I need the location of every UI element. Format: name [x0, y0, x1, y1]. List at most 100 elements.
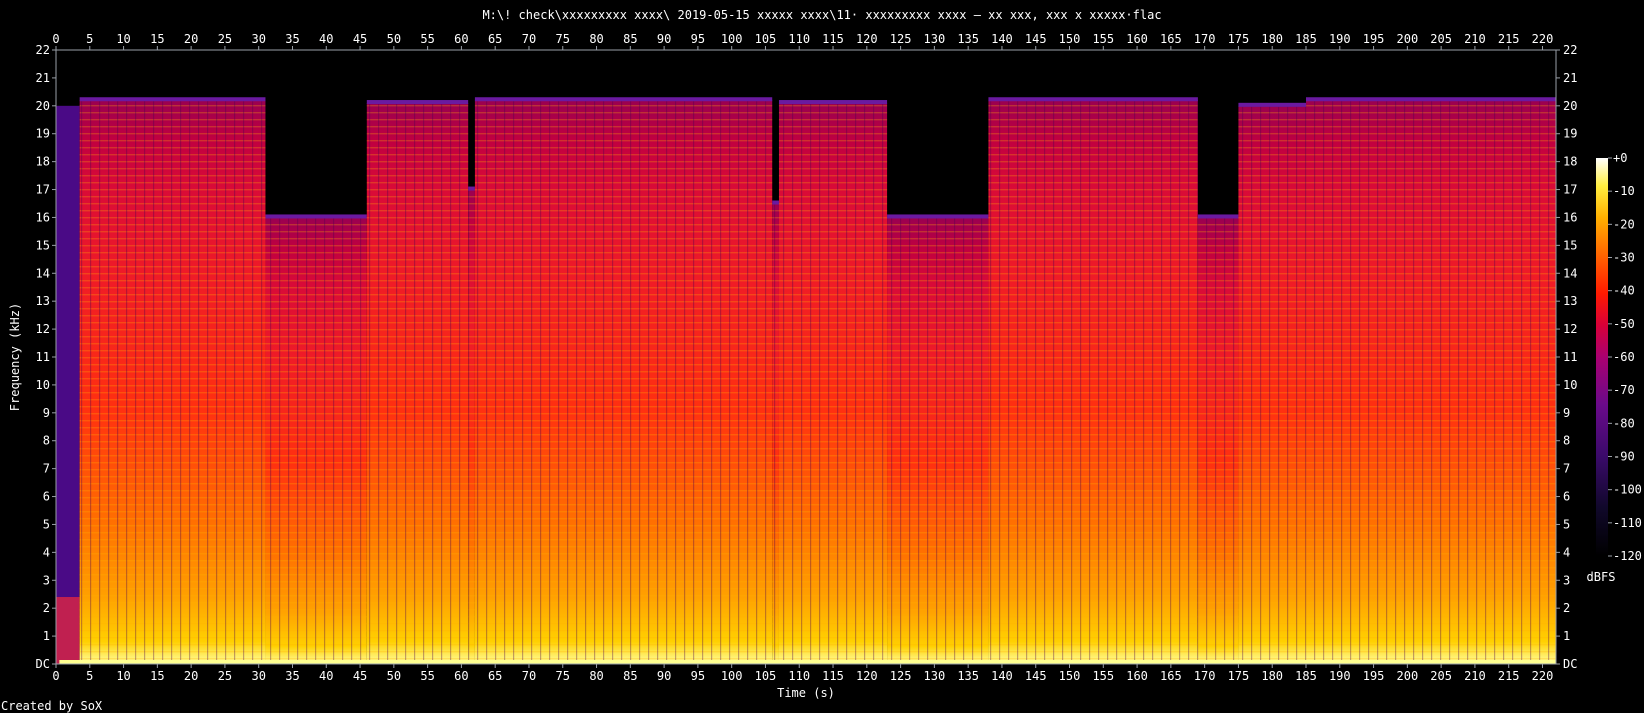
- x-tick-label: 20: [184, 669, 198, 683]
- y-tick-label: 6: [43, 490, 50, 504]
- x-tick-label: 70: [522, 669, 536, 683]
- x-tick-label: 50: [387, 32, 401, 46]
- y-tick-label: DC: [36, 657, 50, 671]
- x-tick-label: 25: [218, 669, 232, 683]
- y-tick-label: 22: [1563, 43, 1577, 57]
- y-tick-label: 14: [36, 266, 50, 280]
- colorbar-ticks: +0 -10 -20 -30 -40 -50 -60 -70 -80 -90 -100 -110 -12…: [1608, 151, 1642, 563]
- y-tick-label: 12: [1563, 322, 1577, 336]
- y-tick-label: 9: [43, 406, 50, 420]
- x-tick-label: 170: [1194, 32, 1216, 46]
- colorbar-tick-label: -40: [1613, 284, 1635, 298]
- y-tick-label: 20: [1563, 99, 1577, 113]
- x-tick-label: 215: [1498, 32, 1520, 46]
- y-tick-label: 2: [43, 601, 50, 615]
- x-tick-label: 100: [721, 669, 743, 683]
- y-tick-label: 10: [36, 378, 50, 392]
- spectrogram-transients: [366, 103, 469, 664]
- y-tick-label: 4: [43, 545, 50, 559]
- x-tick-label: 165: [1160, 669, 1182, 683]
- y-tick-label: 18: [1563, 155, 1577, 169]
- colorbar-tick-label: -90: [1613, 450, 1635, 464]
- x-tick-label: 10: [116, 669, 130, 683]
- x-tick-label: 0: [52, 669, 59, 683]
- spectrogram-cutoff-edge: [1306, 97, 1556, 102]
- x-tick-label: 190: [1329, 669, 1351, 683]
- x-tick-label: 45: [353, 32, 367, 46]
- x-tick-label: 155: [1092, 669, 1114, 683]
- y-tick-label: 10: [1563, 378, 1577, 392]
- colorbar-tick-label: -110: [1613, 516, 1642, 530]
- x-tick-label: 45: [353, 669, 367, 683]
- x-tick-label: 40: [319, 32, 333, 46]
- x-tick-label: 195: [1363, 669, 1385, 683]
- spectrogram-cutoff-edge: [468, 186, 475, 191]
- y-tick-label: 16: [1563, 210, 1577, 224]
- y-tick-label: 13: [1563, 294, 1577, 308]
- y-tick-label: 18: [36, 155, 50, 169]
- y-tick-label: 8: [1563, 434, 1570, 448]
- x-tick-label: 210: [1464, 669, 1486, 683]
- y-tick-label: 19: [36, 127, 50, 141]
- y-tick-label: 1: [43, 629, 50, 643]
- x-tick-label: 95: [691, 669, 705, 683]
- x-tick-label: 180: [1261, 669, 1283, 683]
- y-tick-label: 15: [36, 238, 50, 252]
- x-tick-label: 105: [755, 669, 777, 683]
- spectrogram-cutoff-edge: [265, 214, 367, 219]
- spectrogram-cutoff-edge: [772, 200, 779, 205]
- x-tick-label: 80: [589, 669, 603, 683]
- x-tick-label: 160: [1126, 669, 1148, 683]
- x-tick-label: 175: [1228, 669, 1250, 683]
- x-tick-label: 90: [657, 669, 671, 683]
- spectrogram-transients: [265, 217, 367, 665]
- y-tick-label: 17: [1563, 183, 1577, 197]
- x-axis-top: 0 5 10 15 20 25 30 35 40 45 50 55 60 65 70 75 80 85 90 95 10…: [52, 32, 1553, 50]
- spectrogram-segment: [56, 105, 80, 665]
- x-tick-label: 70: [522, 32, 536, 46]
- y-axis-left: DC12345678910111213141516171819202122: [36, 43, 56, 671]
- colorbar-tick-label: -60: [1613, 350, 1635, 364]
- y-tick-label: 7: [43, 462, 50, 476]
- spectrogram-transients: [1306, 100, 1556, 664]
- x-tick-label: 30: [251, 32, 265, 46]
- x-tick-label: 145: [1025, 669, 1047, 683]
- x-tick-label: 215: [1498, 669, 1520, 683]
- x-axis-label: Time (s): [777, 686, 835, 700]
- x-tick-label: 165: [1160, 32, 1182, 46]
- x-tick-label: 185: [1295, 669, 1317, 683]
- spectrogram-chart: M:\! check\xxxxxxxxx xxxx\ 2019-05-15 xx…: [1, 8, 1642, 713]
- x-tick-label: 95: [691, 32, 705, 46]
- colorbar-tick-label: -100: [1613, 483, 1642, 497]
- y-tick-label: 16: [36, 210, 50, 224]
- x-tick-label: 85: [623, 669, 637, 683]
- spectrogram-transients: [1238, 105, 1306, 665]
- x-tick-label: 60: [454, 32, 468, 46]
- x-tick-label: 115: [822, 669, 844, 683]
- x-tick-label: 220: [1532, 669, 1554, 683]
- colorbar-tick-label: -70: [1613, 383, 1635, 397]
- y-tick-label: 3: [1563, 573, 1570, 587]
- y-tick-label: 5: [43, 517, 50, 531]
- y-tick-label: 5: [1563, 517, 1570, 531]
- x-tick-label: 125: [890, 32, 912, 46]
- x-tick-label: 175: [1228, 32, 1250, 46]
- x-tick-label: 60: [454, 669, 468, 683]
- x-tick-label: 55: [420, 32, 434, 46]
- x-tick-label: 115: [822, 32, 844, 46]
- spectrogram-transients: [988, 100, 1198, 664]
- x-tick-label: 65: [488, 669, 502, 683]
- x-tick-label: 125: [890, 669, 912, 683]
- y-tick-label: 20: [36, 99, 50, 113]
- y-tick-label: 17: [36, 183, 50, 197]
- x-tick-label: 200: [1397, 669, 1419, 683]
- y-tick-label: 21: [1563, 71, 1577, 85]
- x-tick-label: 110: [788, 32, 810, 46]
- colorbar-tick-label: -30: [1613, 251, 1635, 265]
- spectrogram-transients: [474, 100, 773, 664]
- colorbar-tick-label: -120: [1613, 549, 1642, 563]
- y-tick-label: 9: [1563, 406, 1570, 420]
- x-tick-label: 180: [1261, 32, 1283, 46]
- x-tick-label: 195: [1363, 32, 1385, 46]
- x-tick-label: 15: [150, 32, 164, 46]
